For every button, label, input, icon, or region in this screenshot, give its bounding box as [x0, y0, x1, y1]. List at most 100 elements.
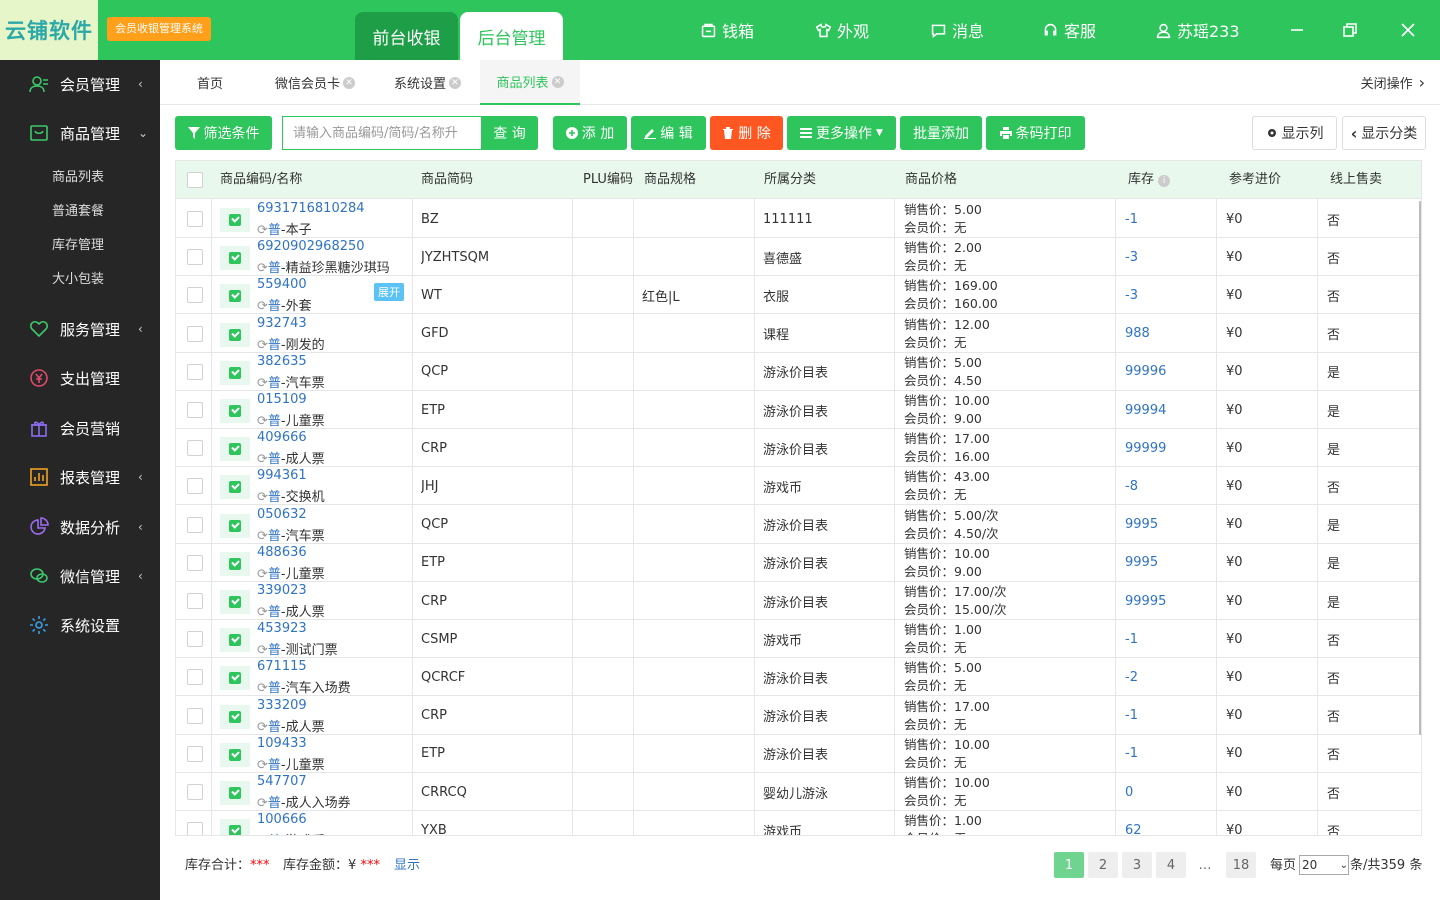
product-code[interactable]: 409666 [257, 430, 307, 445]
sidebar-subitem-package[interactable]: 普通套餐 [52, 200, 104, 219]
tab-backend-management[interactable]: 后台管理 [460, 12, 563, 60]
query-button[interactable]: 查 询 [481, 116, 538, 150]
table-row[interactable]: 932743 ⟳普-刚发的 GFD 课程 销售价：12.00 会员价：无 988 ¥0 否 [176, 315, 1420, 353]
row-checkbox[interactable] [187, 429, 203, 467]
table-row[interactable]: 453923 ⟳普-测试门票 CSMP 游戏币 销售价：1.00 会员价：无 -1 ¥0 否 [176, 620, 1420, 659]
more-actions-button[interactable]: 更多操作 ▼ [787, 116, 896, 150]
row-checkbox[interactable] [187, 620, 203, 658]
row-checkbox[interactable] [187, 353, 203, 391]
close-window-button[interactable] [1398, 0, 1418, 60]
sidebar-subitem-packaging[interactable]: 大小包装 [52, 268, 104, 287]
tab-home[interactable]: 首页 [170, 60, 250, 105]
table-row[interactable]: 6931716810284 ⟳普-本子 BZ 111111 销售价：5.00 会员价：无 -… [176, 200, 1420, 238]
add-button[interactable]: 添 加 [553, 116, 627, 150]
tab-wechat-card[interactable]: 微信会员卡 ✕ [260, 60, 370, 105]
tab-system-settings[interactable]: 系统设置 ✕ [380, 60, 475, 105]
col-price[interactable]: 商品价格 [905, 161, 957, 199]
product-code[interactable]: 050632 [257, 507, 307, 522]
row-checkbox[interactable] [187, 315, 203, 353]
page-18[interactable]: 18 [1226, 852, 1256, 878]
product-code[interactable]: 932743 [257, 316, 307, 331]
table-row[interactable]: 559400 ⟳普-外套 展开 WT 红色|L 衣服 销售价：169.00 会员价：160.0… [176, 276, 1420, 315]
edit-button[interactable]: 编 辑 [631, 116, 706, 150]
col-plu[interactable]: PLU编码 [583, 161, 633, 199]
per-page-select[interactable]: 20 ⌄ [1299, 855, 1349, 875]
stock-cell[interactable]: 9995 [1125, 544, 1158, 582]
row-checkbox[interactable] [187, 544, 203, 582]
sidebar-item-goods[interactable]: 商品管理 ⌄ [0, 113, 160, 153]
row-checkbox[interactable] [187, 811, 203, 835]
row-checkbox[interactable] [187, 506, 203, 544]
stock-cell[interactable]: -1 [1125, 735, 1138, 773]
barcode-print-button[interactable]: 条码打印 [986, 116, 1085, 150]
col-category[interactable]: 所属分类 [764, 161, 816, 199]
row-checkbox[interactable] [187, 200, 203, 238]
service-button[interactable]: 客服 [1042, 0, 1096, 60]
row-checkbox[interactable] [187, 582, 203, 620]
product-code[interactable]: 488636 [257, 545, 307, 560]
cash-box-button[interactable]: 钱箱 [700, 0, 754, 60]
sidebar-item-service[interactable]: 服务管理 ‹ [0, 309, 160, 349]
filter-button[interactable]: 筛选条件 [175, 116, 272, 150]
stock-cell[interactable]: -3 [1125, 276, 1138, 314]
product-code[interactable]: 6920902968250 [257, 239, 365, 254]
col-stock[interactable]: 库存 i [1128, 161, 1171, 199]
table-row[interactable]: 100666 ⟳普-游戏币 YXB 游戏币 销售价：1.00会员价：无 62 ¥0 否 [176, 811, 1420, 835]
product-code[interactable]: 559400 [257, 277, 307, 292]
sidebar-item-marketing[interactable]: 会员营销 [0, 408, 160, 448]
close-tab-icon[interactable]: ✕ [551, 75, 564, 88]
page-1[interactable]: 1 [1054, 852, 1084, 878]
table-scrollbar[interactable] [1419, 201, 1421, 735]
close-operations-button[interactable]: 关闭操作 › [1361, 60, 1425, 105]
close-tab-icon[interactable]: ✕ [449, 76, 461, 89]
row-checkbox[interactable] [187, 467, 203, 505]
table-row[interactable]: 994361 ⟳普-交换机 JHJ 游戏币 销售价：43.00 会员价：无 -8 ¥0 否 [176, 467, 1420, 506]
row-checkbox[interactable] [187, 276, 203, 314]
row-checkbox[interactable] [187, 238, 203, 276]
sidebar-item-reports[interactable]: 报表管理 ‹ [0, 457, 160, 497]
tab-front-cashier[interactable]: 前台收银 [355, 12, 458, 60]
sidebar-item-analysis[interactable]: 数据分析 ‹ [0, 507, 160, 547]
stock-cell[interactable]: -3 [1125, 238, 1138, 276]
table-row[interactable]: 488636 ⟳普-儿童票 ETP 游泳价目表 销售价：10.00 会员价：9.00 999… [176, 544, 1420, 582]
table-row[interactable]: 333209 ⟳普-成人票 CRP 游泳价目表 销售价：17.00 会员价：无 -1 ¥0 否 [176, 697, 1420, 735]
sidebar-subitem-stock[interactable]: 库存管理 [52, 234, 104, 253]
product-code[interactable]: 339023 [257, 583, 307, 598]
stock-cell[interactable]: 62 [1125, 811, 1142, 835]
product-code[interactable]: 333209 [257, 698, 307, 713]
minimize-button[interactable] [1287, 0, 1307, 60]
sidebar-item-wechat[interactable]: 微信管理 ‹ [0, 556, 160, 596]
show-totals-link[interactable]: 显示 [394, 854, 420, 873]
product-code[interactable]: 6931716810284 [257, 201, 365, 216]
page-3[interactable]: 3 [1122, 852, 1152, 878]
user-menu[interactable]: 苏瑶233 [1155, 0, 1240, 60]
product-code[interactable]: 015109 [257, 392, 307, 407]
product-code[interactable]: 382635 [257, 354, 307, 369]
stock-cell[interactable]: 0 [1125, 773, 1133, 811]
stock-cell[interactable]: -1 [1125, 200, 1138, 238]
stock-cell[interactable]: 9995 [1125, 506, 1158, 544]
expand-button[interactable]: 展开 [374, 283, 404, 302]
sidebar-item-expense[interactable]: 支出管理 [0, 358, 160, 398]
row-checkbox[interactable] [187, 697, 203, 735]
table-row[interactable]: 015109 ⟳普-儿童票 ETP 游泳价目表 销售价：10.00 会员价：9.00 999… [176, 391, 1420, 429]
stock-cell[interactable]: 99995 [1125, 582, 1166, 620]
delete-button[interactable]: 删 除 [710, 116, 783, 150]
restore-button[interactable] [1340, 0, 1360, 60]
row-checkbox[interactable] [187, 773, 203, 811]
product-code[interactable]: 453923 [257, 621, 307, 636]
col-cost[interactable]: 参考进价 [1229, 161, 1281, 199]
table-row[interactable]: 409666 ⟳普-成人票 CRP 游泳价目表 销售价：17.00 会员价：16.00 99… [176, 429, 1420, 468]
row-checkbox[interactable] [187, 735, 203, 773]
page-4[interactable]: 4 [1156, 852, 1186, 878]
tab-goods-list[interactable]: 商品列表 ✕ [480, 60, 580, 105]
show-category-button[interactable]: ‹ 显示分类 [1342, 116, 1426, 150]
product-code[interactable]: 547707 [257, 774, 307, 789]
stock-cell[interactable]: -2 [1125, 658, 1138, 696]
table-row[interactable]: 6920902968250 ⟳普-精益珍黑糖沙琪玛 JYZHTSQM 喜德盛 销售价：2… [176, 238, 1420, 277]
table-row[interactable]: 671115 ⟳普-汽车入场费 QCRCF 游泳价目表 销售价：5.00 会员价：无 -2 ¥… [176, 658, 1420, 697]
table-row[interactable]: 050632 ⟳普-汽车票 QCP 游泳价目表 销售价：5.00/次 会员价：4.50/次… [176, 506, 1420, 544]
product-code[interactable]: 109433 [257, 736, 307, 751]
table-row[interactable]: 382635 ⟳普-汽车票 QCP 游泳价目表 销售价：5.00 会员价：4.50 9999… [176, 353, 1420, 391]
sidebar-item-members[interactable]: 会员管理 ‹ [0, 64, 160, 104]
